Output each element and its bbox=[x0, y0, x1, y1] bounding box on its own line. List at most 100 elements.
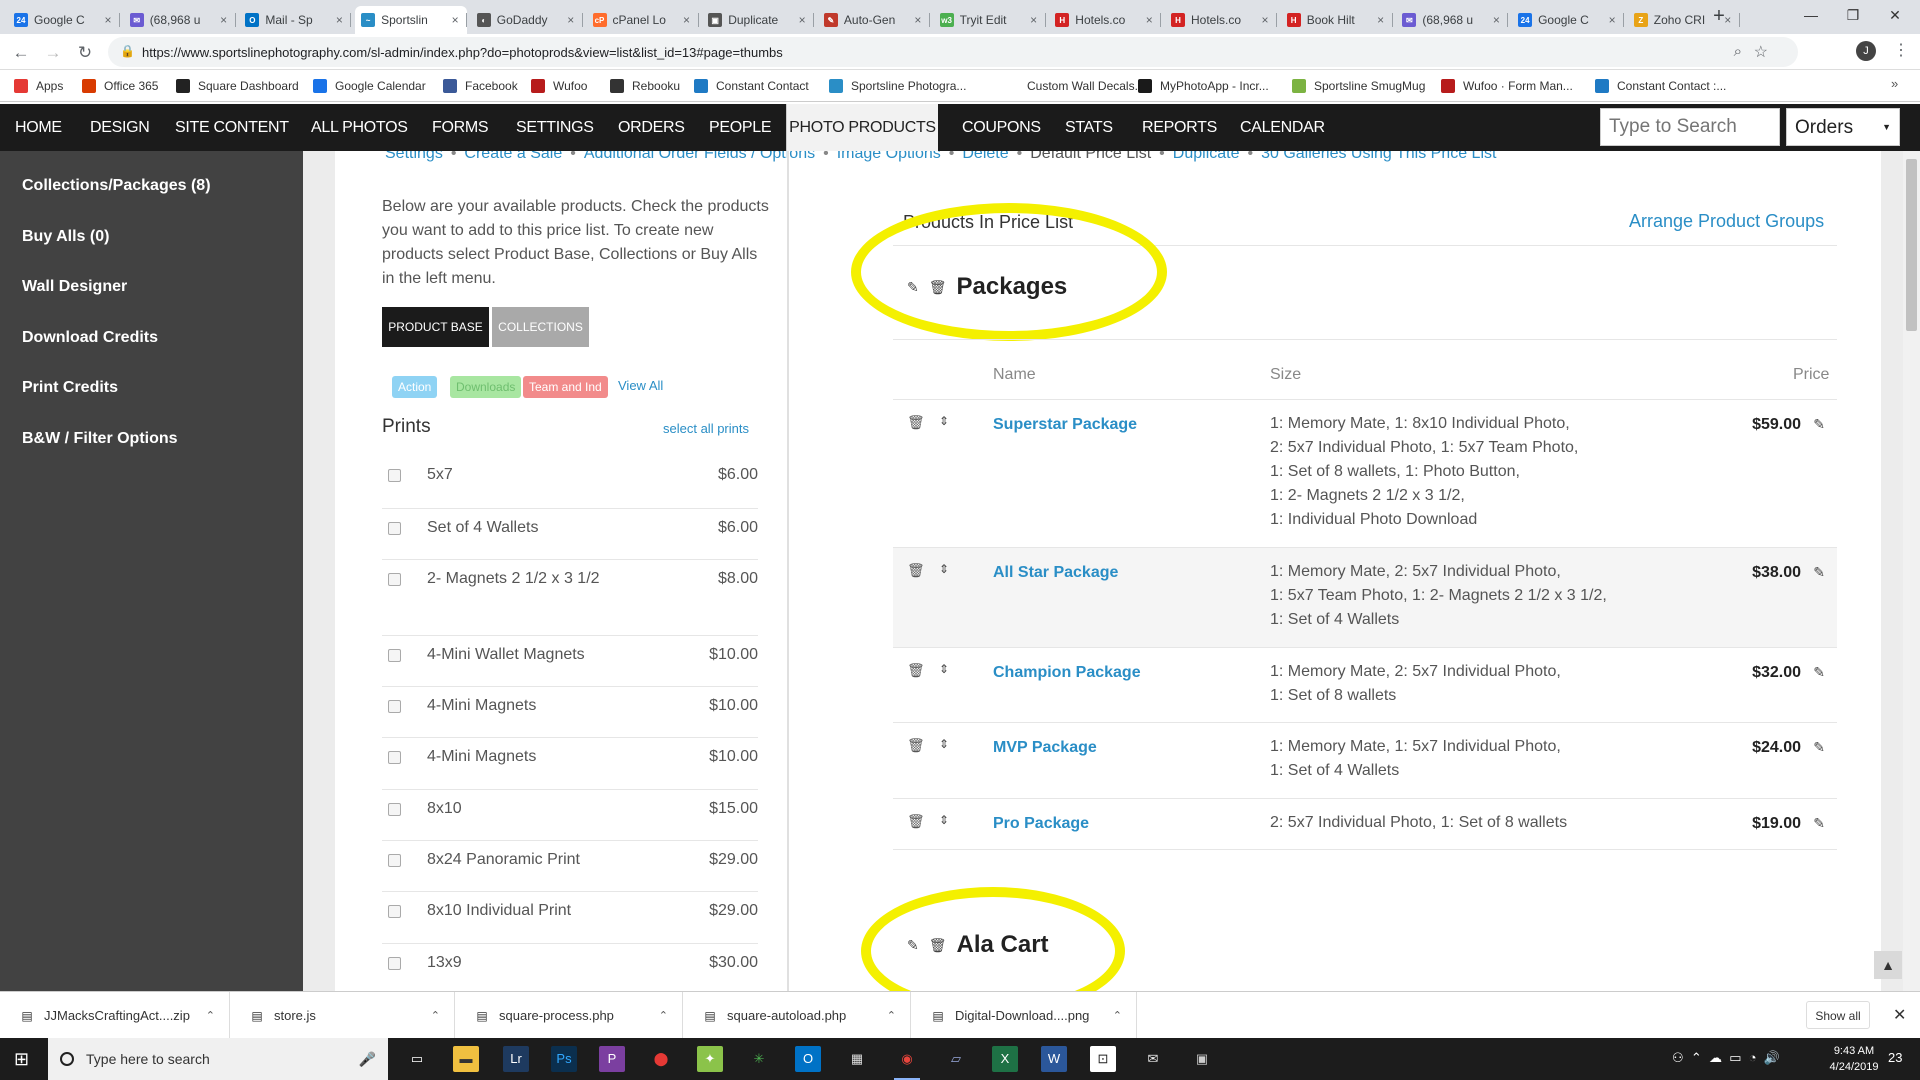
print-checkbox[interactable] bbox=[388, 854, 401, 867]
close-window-button[interactable]: ✕ bbox=[1880, 4, 1910, 26]
windows-start-icon[interactable]: ⊞ bbox=[14, 1049, 29, 1070]
browser-tab[interactable]: H Hotels.co × bbox=[1165, 6, 1277, 34]
scrollbar-thumb[interactable] bbox=[1906, 159, 1917, 331]
sidebar-item[interactable]: B&W / Filter Options bbox=[22, 430, 178, 448]
bookmark-item[interactable]: Custom Wall Decals... bbox=[1005, 76, 1145, 96]
url-text[interactable]: https://www.sportslinephotography.com/sl… bbox=[142, 45, 783, 60]
scroll-to-top-button[interactable]: ▲ bbox=[1874, 951, 1902, 979]
print-checkbox[interactable] bbox=[388, 469, 401, 482]
microphone-icon[interactable]: 🎤 bbox=[359, 1051, 376, 1068]
edit-pencil-icon[interactable]: ✎ bbox=[1813, 416, 1825, 433]
arrange-product-groups-link[interactable]: Arrange Product Groups bbox=[1629, 211, 1824, 232]
close-tab-icon[interactable]: × bbox=[333, 13, 345, 27]
browser-tab[interactable]: 24 Google C × bbox=[1512, 6, 1625, 34]
print-checkbox[interactable] bbox=[388, 700, 401, 713]
notes-app-icon[interactable]: ⊡ bbox=[1090, 1046, 1116, 1072]
system-clock[interactable]: 9:43 AM 4/24/2019 bbox=[1818, 1043, 1890, 1075]
trash-icon[interactable]: 🗑 bbox=[929, 937, 947, 954]
task-view-icon[interactable]: ▭ bbox=[404, 1046, 430, 1072]
close-tab-icon[interactable]: × bbox=[565, 13, 577, 27]
zoom-icon[interactable]: ⌕ bbox=[1734, 43, 1742, 60]
close-tab-icon[interactable]: × bbox=[1143, 13, 1155, 27]
package-name[interactable]: All Star Package bbox=[993, 564, 1118, 582]
nav-site-content[interactable]: SITE CONTENT bbox=[175, 104, 289, 151]
close-icon[interactable]: ✕ bbox=[1893, 1005, 1906, 1025]
close-tab-icon[interactable]: × bbox=[218, 13, 230, 27]
browser-tab[interactable]: ✉ (68,968 u × bbox=[124, 6, 236, 34]
sidebar-item[interactable]: Collections/Packages (8) bbox=[22, 177, 211, 195]
bookmark-item[interactable]: Wufoo · Form Man... bbox=[1441, 76, 1573, 96]
download-item[interactable]: ▤ Digital-Download....png ⌃ bbox=[911, 992, 1137, 1039]
show-all-downloads-button[interactable]: Show all bbox=[1806, 1001, 1870, 1029]
close-tab-icon[interactable]: × bbox=[1490, 13, 1502, 27]
bookmark-item[interactable]: Square Dashboard bbox=[176, 76, 299, 96]
chevron-up-icon[interactable]: ⌃ bbox=[206, 1009, 215, 1022]
nav-stats[interactable]: STATS bbox=[1065, 104, 1113, 151]
close-tab-icon[interactable]: × bbox=[102, 13, 114, 27]
bookmark-item[interactable]: Sportsline Photogra... bbox=[829, 76, 966, 96]
close-tab-icon[interactable]: × bbox=[1375, 13, 1387, 27]
edit-pencil-icon[interactable]: ✎ bbox=[1813, 664, 1825, 681]
system-tray[interactable]: ⚇ ⌃ ☁ ▭ ◔ 🔊 bbox=[1672, 1050, 1780, 1066]
nav-all-photos[interactable]: ALL PHOTOS bbox=[311, 104, 408, 151]
browser-tab[interactable]: cP cPanel Lo × bbox=[587, 6, 699, 34]
excel-icon[interactable]: X bbox=[992, 1046, 1018, 1072]
bookmark-item[interactable]: Google Calendar bbox=[313, 76, 426, 96]
subnav-link[interactable]: Delete bbox=[962, 151, 1008, 162]
browser-tab[interactable]: 24 Google C × bbox=[8, 6, 120, 34]
filter-tag[interactable]: Action bbox=[392, 376, 438, 398]
bookmark-item[interactable]: MyPhotoApp - Incr... bbox=[1138, 76, 1269, 96]
browser-tab[interactable]: O Mail - Sp × bbox=[239, 6, 352, 34]
nav-design[interactable]: DESIGN bbox=[90, 104, 150, 151]
filter-tag[interactable]: Downloads bbox=[450, 376, 522, 398]
maximize-button[interactable]: ❐ bbox=[1838, 4, 1868, 26]
notification-center-icon[interactable]: 23 bbox=[1888, 1050, 1902, 1065]
photoshop-icon[interactable]: Ps bbox=[551, 1046, 577, 1072]
star-app-icon[interactable]: ✳ bbox=[746, 1046, 772, 1072]
edit-pencil-icon[interactable]: ✎ bbox=[907, 279, 919, 296]
browser-tab[interactable]: ~ Sportslin × bbox=[355, 6, 468, 34]
download-item[interactable]: ▤ JJMacksCraftingAct....zip ⌃ bbox=[0, 992, 230, 1039]
bookmark-item[interactable]: Sportsline SmugMug bbox=[1292, 76, 1425, 96]
browser-tab[interactable]: w3 Tryit Edit × bbox=[934, 6, 1046, 34]
chevron-up-icon[interactable]: ⌃ bbox=[431, 1009, 440, 1022]
subnav-link[interactable]: Duplicate bbox=[1173, 151, 1240, 162]
nav-settings[interactable]: SETTINGS bbox=[516, 104, 594, 151]
download-item[interactable]: ▤ square-autoload.php ⌃ bbox=[683, 992, 911, 1039]
file-explorer-icon[interactable]: ▬ bbox=[453, 1046, 479, 1072]
trash-icon[interactable]: 🗑 bbox=[907, 813, 925, 830]
reorder-icon[interactable]: ⇕ bbox=[939, 737, 949, 751]
print-checkbox[interactable] bbox=[388, 522, 401, 535]
bookmark-item[interactable]: Office 365 bbox=[82, 76, 158, 96]
lightroom-icon[interactable]: Lr bbox=[503, 1046, 529, 1072]
nav-orders[interactable]: ORDERS bbox=[618, 104, 685, 151]
browser-tab[interactable]: ✉ (68,968 u × bbox=[1396, 6, 1509, 34]
nav-calendar[interactable]: CALENDAR bbox=[1240, 104, 1325, 151]
chrome-icon[interactable]: ◉ bbox=[894, 1046, 920, 1080]
bookmark-item[interactable]: Wufoo bbox=[531, 76, 587, 96]
close-tab-icon[interactable]: × bbox=[449, 13, 461, 27]
close-tab-icon[interactable]: × bbox=[1259, 13, 1271, 27]
print-checkbox[interactable] bbox=[388, 573, 401, 586]
chevron-up-icon[interactable]: ⌃ bbox=[659, 1009, 668, 1022]
subnav-link[interactable]: Image Options bbox=[837, 151, 941, 162]
print-checkbox[interactable] bbox=[388, 957, 401, 970]
sidebar-item[interactable]: Print Credits bbox=[22, 379, 118, 397]
publisher-icon[interactable]: P bbox=[599, 1046, 625, 1072]
taskbar-search-box[interactable]: Type here to search 🎤 bbox=[48, 1038, 388, 1080]
browser-menu-icon[interactable]: ⋮ bbox=[1893, 40, 1909, 60]
package-name[interactable]: Pro Package bbox=[993, 815, 1089, 833]
package-name[interactable]: MVP Package bbox=[993, 739, 1097, 757]
reorder-icon[interactable]: ⇕ bbox=[939, 562, 949, 576]
trash-icon[interactable]: 🗑 bbox=[907, 562, 925, 579]
browser-tab[interactable]: ◐ GoDaddy × bbox=[471, 6, 583, 34]
edit-pencil-icon[interactable]: ✎ bbox=[1813, 739, 1825, 756]
download-item[interactable]: ▤ square-process.php ⌃ bbox=[455, 992, 683, 1039]
view-all-link[interactable]: View All bbox=[618, 378, 663, 393]
tab-collections[interactable]: COLLECTIONS bbox=[492, 307, 589, 347]
search-scope-select[interactable]: Orders ▼ bbox=[1786, 108, 1900, 146]
close-tab-icon[interactable]: × bbox=[796, 13, 808, 27]
chevron-up-icon[interactable]: ⌃ bbox=[887, 1009, 896, 1022]
bookmarks-overflow-icon[interactable]: » bbox=[1891, 76, 1898, 91]
nav-forms[interactable]: FORMS bbox=[432, 104, 489, 151]
